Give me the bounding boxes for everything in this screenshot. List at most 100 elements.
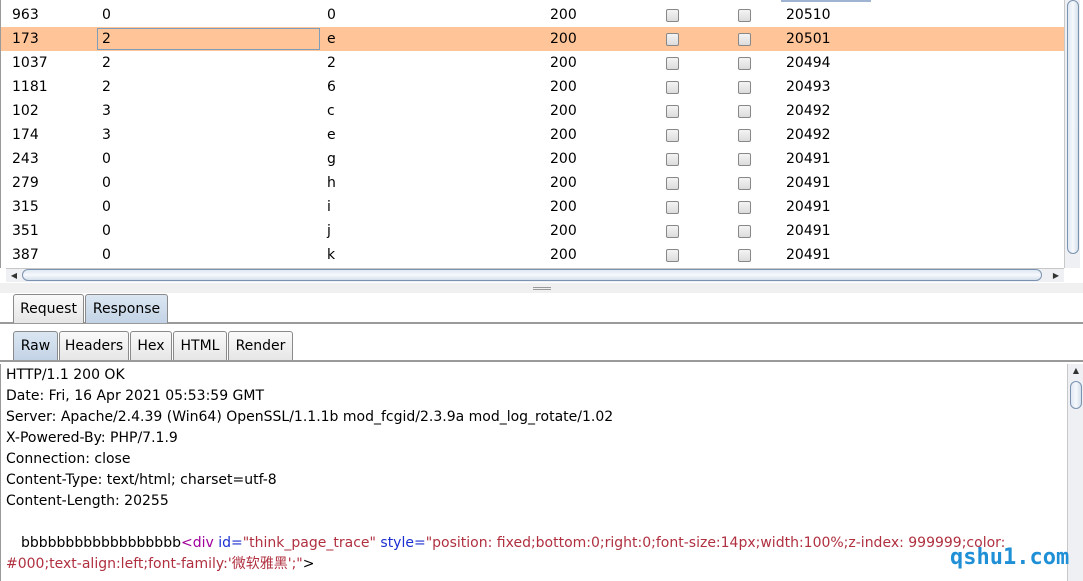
cell-payload1: 2	[102, 79, 111, 95]
cell-length: 20492	[786, 127, 831, 143]
cell-payload2: c	[327, 103, 335, 119]
tab-raw[interactable]: Raw	[13, 331, 58, 360]
cell-payload2: h	[327, 175, 336, 191]
table-row[interactable]: 387 0 k 200 20491	[1, 243, 1064, 267]
scroll-up-arrow-icon[interactable]: ▲	[1068, 364, 1083, 378]
sorted-column-indicator	[781, 0, 871, 2]
timeout-checkbox[interactable]	[738, 249, 751, 262]
timeout-checkbox[interactable]	[738, 33, 751, 46]
error-checkbox[interactable]	[666, 9, 679, 22]
cell-length: 20492	[786, 103, 831, 119]
cell-length: 20501	[786, 31, 831, 47]
tab-hex[interactable]: Hex	[130, 331, 172, 360]
cell-length: 20491	[786, 175, 831, 191]
results-vertical-scrollbar[interactable]	[1064, 0, 1080, 268]
tab-request[interactable]: Request	[13, 294, 84, 323]
cell-status: 200	[550, 103, 577, 119]
response-body-line: bbbbbbbbbbbbbbbbbb<div id="think_page_tr…	[21, 533, 1005, 554]
timeout-checkbox[interactable]	[738, 105, 751, 118]
results-horizontal-scroll-thumb[interactable]	[22, 269, 1042, 281]
response-status-line: HTTP/1.1 200 OK	[6, 367, 125, 383]
cell-payload2: 2	[327, 55, 336, 71]
timeout-checkbox[interactable]	[738, 57, 751, 70]
results-vertical-scroll-thumb[interactable]	[1067, 0, 1079, 254]
response-header-server: Server: Apache/2.4.39 (Win64) OpenSSL/1.…	[6, 409, 614, 425]
cell-length: 20493	[786, 79, 831, 95]
pane-splitter[interactable]	[0, 283, 1083, 293]
cell-status: 200	[550, 79, 577, 95]
table-row[interactable]: 173 2 e 200 20501	[1, 27, 1064, 51]
cell-status: 200	[550, 55, 577, 71]
tab-render[interactable]: Render	[228, 331, 293, 360]
cell-payload2: 6	[327, 79, 336, 95]
response-header-date: Date: Fri, 16 Apr 2021 05:53:59 GMT	[6, 388, 265, 404]
cell-length: 20494	[786, 55, 831, 71]
response-header-powered-by: X-Powered-By: PHP/7.1.9	[6, 430, 178, 446]
response-vertical-scroll-thumb[interactable]	[1070, 381, 1082, 409]
cell-length: 20491	[786, 247, 831, 263]
error-checkbox[interactable]	[666, 177, 679, 190]
error-checkbox[interactable]	[666, 225, 679, 238]
error-checkbox[interactable]	[666, 57, 679, 70]
cell-request: 279	[12, 175, 39, 191]
error-checkbox[interactable]	[666, 153, 679, 166]
table-row[interactable]: 1037 2 2 200 20494	[1, 51, 1064, 75]
cell-length: 20491	[786, 223, 831, 239]
scroll-right-arrow-icon[interactable]: ▶	[1048, 269, 1064, 283]
cell-payload1: 0	[102, 199, 111, 215]
response-header-content-type: Content-Type: text/html; charset=utf-8	[6, 472, 277, 488]
body-text: bbbbbbbbbbbbbbbbbb	[21, 535, 181, 551]
timeout-checkbox[interactable]	[738, 225, 751, 238]
cell-payload2: g	[327, 151, 336, 167]
response-vertical-scrollbar[interactable]: ▲	[1067, 364, 1083, 581]
table-row[interactable]: 963 0 0 200 20510	[1, 3, 1064, 27]
cell-status: 200	[550, 31, 577, 47]
table-row[interactable]: 243 0 g 200 20491	[1, 147, 1064, 171]
timeout-checkbox[interactable]	[738, 129, 751, 142]
error-checkbox[interactable]	[666, 33, 679, 46]
tab-headers[interactable]: Headers	[59, 331, 129, 360]
table-row[interactable]: 315 0 i 200 20491	[1, 195, 1064, 219]
cell-payload1: 3	[102, 127, 111, 143]
focused-cell-border	[97, 28, 320, 50]
table-row[interactable]: 1181 2 6 200 20493	[1, 75, 1064, 99]
error-checkbox[interactable]	[666, 105, 679, 118]
timeout-checkbox[interactable]	[738, 9, 751, 22]
cell-status: 200	[550, 151, 577, 167]
table-row[interactable]: 102 3 c 200 20492	[1, 99, 1064, 123]
cell-request: 387	[12, 247, 39, 263]
scroll-left-arrow-icon[interactable]: ◀	[6, 269, 22, 283]
response-header-connection: Connection: close	[6, 451, 131, 467]
cell-request: 173	[12, 31, 39, 47]
cell-request: 351	[12, 223, 39, 239]
cell-payload1: 0	[102, 7, 111, 23]
cell-length: 20510	[786, 7, 831, 23]
tab-response[interactable]: Response	[85, 294, 168, 323]
cell-length: 20491	[786, 151, 831, 167]
error-checkbox[interactable]	[666, 249, 679, 262]
cell-payload2: 0	[327, 7, 336, 23]
error-checkbox[interactable]	[666, 81, 679, 94]
error-checkbox[interactable]	[666, 129, 679, 142]
cell-request: 963	[12, 7, 39, 23]
table-row[interactable]: 174 3 e 200 20492	[1, 123, 1064, 147]
cell-payload2: e	[327, 127, 336, 143]
results-horizontal-scrollbar[interactable]: ◀ ▶	[6, 268, 1064, 282]
cell-status: 200	[550, 247, 577, 263]
error-checkbox[interactable]	[666, 201, 679, 214]
timeout-checkbox[interactable]	[738, 201, 751, 214]
results-table[interactable]: 963 0 0 200 20510 173 2 e 200 20501 1037 2 2 200 20494…	[0, 0, 1064, 268]
cell-request: 174	[12, 127, 39, 143]
cell-payload2: j	[327, 223, 331, 239]
splitter-grip-icon[interactable]	[533, 287, 551, 290]
timeout-checkbox[interactable]	[738, 81, 751, 94]
timeout-checkbox[interactable]	[738, 153, 751, 166]
table-row[interactable]: 279 0 h 200 20491	[1, 171, 1064, 195]
html-attr-style-value: "position: fixed;bottom:0;right:0;font-s…	[425, 535, 1006, 551]
cell-status: 200	[550, 175, 577, 191]
response-viewer[interactable]: HTTP/1.1 200 OK Date: Fri, 16 Apr 2021 0…	[0, 364, 1067, 581]
tab-html[interactable]: HTML	[173, 331, 227, 360]
table-row[interactable]: 351 0 j 200 20491	[1, 219, 1064, 243]
cell-payload2: k	[327, 247, 336, 263]
timeout-checkbox[interactable]	[738, 177, 751, 190]
